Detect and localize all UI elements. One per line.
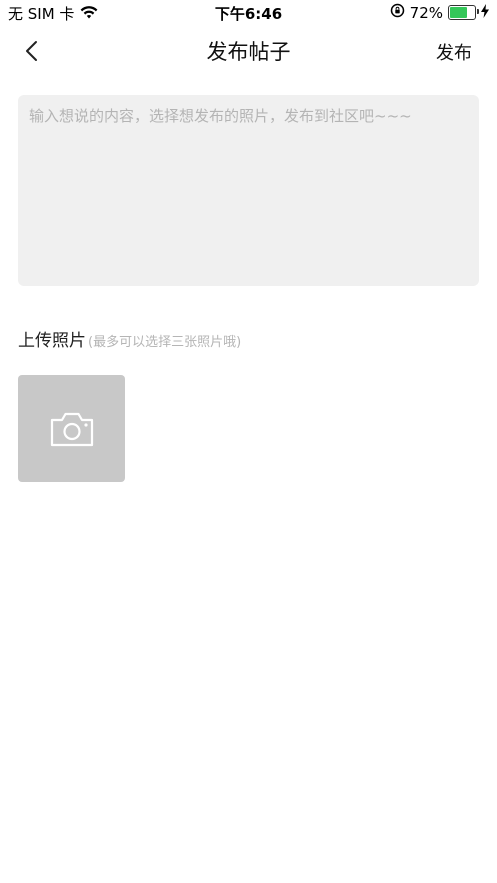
post-content-input[interactable] (18, 95, 479, 286)
orientation-lock-icon (390, 3, 405, 22)
publish-button[interactable]: 发布 (436, 39, 472, 65)
battery-percent: 72% (409, 3, 443, 22)
nav-bar: 发布帖子 发布 (0, 26, 497, 76)
add-photo-button[interactable] (18, 375, 125, 482)
page-title: 发布帖子 (206, 40, 291, 64)
status-bar-right: 72% (390, 3, 489, 22)
status-bar: 无 SIM 卡 下午6:46 72% (0, 0, 497, 26)
upload-hint: (最多可以选择三张照片哦) (88, 335, 242, 350)
battery-level (450, 7, 468, 18)
camera-icon (50, 412, 93, 446)
upload-title-label: 上传照片 (18, 331, 86, 351)
battery-icon (448, 5, 479, 20)
charging-icon (481, 3, 489, 22)
upload-section-title: 上传照片 (最多可以选择三张照片哦) (18, 326, 241, 351)
